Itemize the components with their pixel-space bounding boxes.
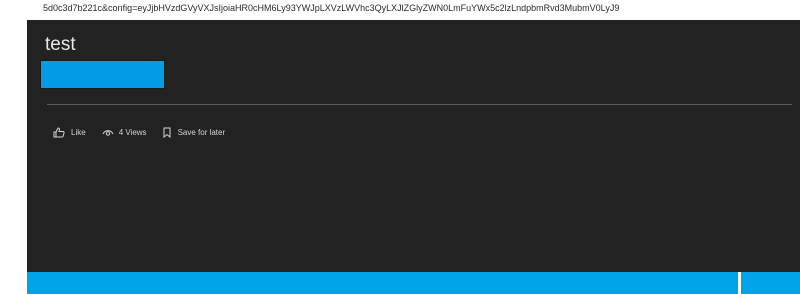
bookmark-icon xyxy=(163,127,171,138)
blue-block xyxy=(40,60,165,89)
url-text: 5d0c3d7b221c&config=eyJjbHVzdGVyVXJsIjoi… xyxy=(43,3,620,13)
bottom-bar-separator xyxy=(738,272,741,294)
views-count: 4 Views xyxy=(102,127,147,137)
eye-icon xyxy=(102,130,114,136)
like-label: Like xyxy=(71,127,86,137)
bottom-accent-bar xyxy=(27,272,800,294)
content-card: test Like 4 Views Save for later xyxy=(27,20,800,272)
card-title: test xyxy=(45,34,76,55)
save-label: Save for later xyxy=(177,127,226,137)
divider xyxy=(47,104,792,105)
card-actions: Like 4 Views Save for later xyxy=(53,124,241,140)
save-for-later-button[interactable]: Save for later xyxy=(163,127,226,138)
thumbs-up-icon xyxy=(53,126,65,137)
views-label: 4 Views xyxy=(118,127,147,137)
like-button[interactable]: Like xyxy=(53,126,86,138)
